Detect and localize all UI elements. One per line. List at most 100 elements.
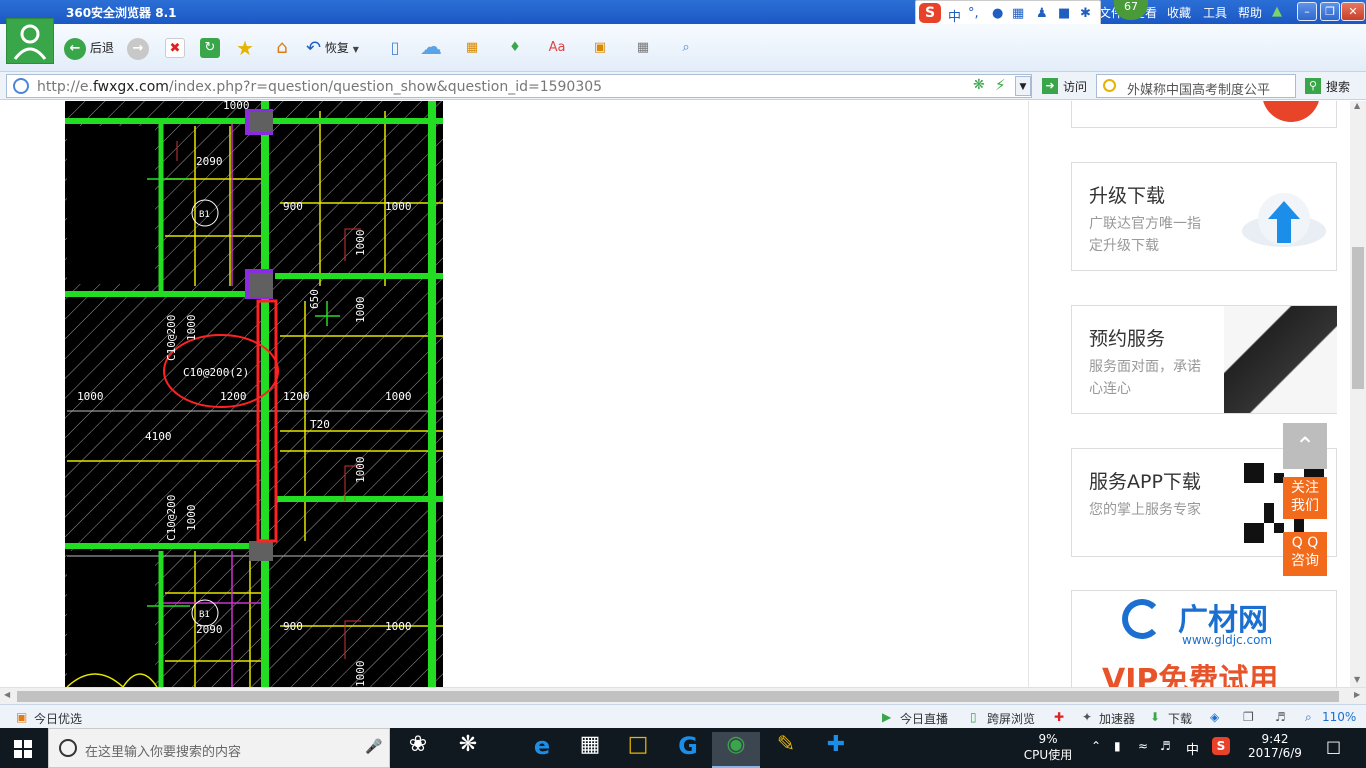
stop-icon[interactable]: ✖ — [165, 38, 185, 58]
file-explorer-icon[interactable]: □ — [614, 732, 662, 768]
keyboard-icon[interactable]: ▦ — [1012, 6, 1024, 21]
horizontal-scrollbar[interactable]: ◀ ▶ — [0, 687, 1366, 704]
clock[interactable]: 9:42 2017/6/9 — [1240, 732, 1310, 760]
minimize-button[interactable]: – — [1297, 2, 1317, 21]
screenshot-icon[interactable]: ▣ — [590, 38, 610, 58]
title-bar: 360安全浏览器 8.1 文件 查看 收藏 工具 帮助 ▲ – ❐ ✕ — [0, 0, 1366, 24]
security-icon[interactable]: ❋ — [973, 77, 985, 93]
store-icon[interactable]: ▦ — [566, 732, 614, 768]
card-partial[interactable] — [1071, 101, 1337, 128]
user-avatar-icon[interactable] — [6, 18, 54, 64]
zoom-level[interactable]: 110% — [1322, 710, 1356, 724]
game-icon[interactable]: ▦ — [633, 38, 653, 58]
card-title: 预约服务 — [1089, 328, 1166, 350]
qq-consult-button[interactable]: Q Q咨询 — [1283, 532, 1327, 576]
edge-icon[interactable]: e — [518, 732, 566, 768]
menu-help[interactable]: 帮助 — [1238, 4, 1262, 21]
windows-start-icon[interactable] — [14, 740, 32, 758]
favorite-star-icon[interactable]: ★ — [235, 38, 255, 58]
task-view-icon[interactable]: ❀ — [394, 732, 442, 768]
punctuation-icon[interactable]: °, — [968, 6, 979, 21]
search-engine-icon[interactable] — [1103, 79, 1116, 92]
home-icon[interactable]: ⌂ — [272, 38, 292, 58]
dim-text: 650 — [308, 289, 321, 309]
card-upgrade-download[interactable]: 升级下载 广联达官方唯一指定升级下载 — [1071, 162, 1337, 271]
glodon-app-icon[interactable]: G — [664, 732, 712, 768]
horizontal-scroll-thumb[interactable] — [17, 691, 1339, 702]
vertical-scroll-thumb[interactable] — [1352, 247, 1364, 389]
notes-icon[interactable]: ✎ — [762, 732, 810, 768]
address-bar[interactable]: http://e.fwxgx.com/index.php?r=question/… — [6, 74, 1032, 98]
sogou-tray-icon[interactable]: S — [1212, 737, 1230, 755]
download-link[interactable]: 下载 — [1168, 710, 1192, 727]
back-to-top-icon[interactable]: ⌃ — [1283, 423, 1327, 469]
follow-us-button[interactable]: 关注我们 — [1283, 477, 1327, 519]
url-text[interactable]: http://e.fwxgx.com/index.php?r=question/… — [37, 79, 602, 95]
medic-icon[interactable]: ✚ — [1054, 710, 1064, 724]
shield-icon[interactable]: ♦ — [505, 38, 525, 58]
phone-icon[interactable]: ▯ — [385, 38, 405, 58]
visit-button[interactable]: 访问 — [1063, 78, 1087, 95]
dim-text: 1000 — [77, 390, 104, 403]
search-icon[interactable]: ⚲ — [1305, 78, 1321, 94]
battery-icon[interactable]: ▮ — [1114, 739, 1121, 753]
search-input[interactable]: 外媒称中国高考制度公平 — [1127, 79, 1293, 98]
cpu-meter[interactable]: 9% CPU使用 — [1022, 732, 1074, 763]
dim-text: 900 — [283, 200, 303, 213]
gift-icon[interactable]: ▣ — [16, 710, 27, 724]
close-button[interactable]: ✕ — [1341, 2, 1365, 21]
zoom-icon[interactable]: ⌕ — [1305, 710, 1312, 725]
scroll-down-icon[interactable]: ▼ — [1354, 675, 1360, 684]
mic-icon[interactable]: 🎤 — [365, 739, 382, 755]
app-spiral-icon[interactable]: ❋ — [444, 732, 492, 768]
cross-screen-link[interactable]: 跨屏浏览 — [987, 710, 1035, 727]
go-arrow-icon[interactable]: ➜ — [1042, 78, 1058, 94]
dim-text: 1000 — [354, 297, 367, 324]
volume-icon[interactable]: ♬ — [1275, 710, 1286, 724]
ad-gldjc[interactable]: 广材网 www.gldjc.com VIP免费试用 — [1071, 590, 1337, 687]
menu-favorites[interactable]: 收藏 — [1167, 4, 1191, 21]
scroll-left-icon[interactable]: ◀ — [4, 690, 10, 699]
apps-icon[interactable]: ▦ — [462, 38, 482, 58]
shirt-icon[interactable]: ■ — [1058, 6, 1070, 21]
back-button[interactable]: ← 后退 — [64, 36, 114, 60]
ime-indicator[interactable]: 中 — [1186, 739, 1199, 758]
user-icon[interactable]: ♟ — [1036, 6, 1048, 21]
forward-button[interactable]: → — [127, 36, 149, 60]
translate-icon[interactable]: Aa — [547, 38, 567, 58]
cloud-icon[interactable]: ☁ — [416, 37, 446, 59]
dim-text: 1200 — [283, 390, 310, 403]
restore-button[interactable]: ↶ 恢复 ▼ — [306, 36, 359, 60]
ime-toolbar[interactable]: S 中 °, ● ▦ ♟ ■ ✱ — [915, 0, 1101, 26]
card-appointment[interactable]: 预约服务 服务面对面，承诺心连心 — [1071, 305, 1337, 414]
accelerator-link[interactable]: 加速器 — [1099, 710, 1135, 727]
mic-icon[interactable]: ● — [992, 6, 1003, 21]
sogou-icon[interactable]: S — [919, 3, 941, 23]
menu-tools[interactable]: 工具 — [1203, 4, 1227, 21]
taskbar-search-input[interactable]: 在这里输入你要搜索的内容 — [85, 741, 241, 760]
notification-center-icon[interactable]: □ — [1326, 737, 1341, 756]
zoom-icon[interactable]: ⌕ — [676, 38, 696, 58]
refresh-icon[interactable]: ↻ — [200, 38, 220, 58]
search-button[interactable]: 搜索 — [1326, 78, 1350, 95]
tray-up-icon[interactable]: ⌃ — [1091, 739, 1101, 753]
taskbar-search-box[interactable]: 在这里输入你要搜索的内容 🎤 — [48, 728, 390, 768]
skin-icon[interactable]: ▲ — [1272, 4, 1282, 19]
scroll-right-icon[interactable]: ▶ — [1354, 690, 1360, 699]
url-dropdown-icon[interactable]: ▼ — [1015, 76, 1031, 96]
search-box[interactable]: 外媒称中国高考制度公平 — [1096, 74, 1296, 98]
remote-icon[interactable]: ✚ — [812, 732, 860, 768]
browser-360-icon[interactable]: ◉ — [712, 732, 760, 768]
ime-lang[interactable]: 中 — [948, 6, 961, 25]
today-live-link[interactable]: 今日直播 — [900, 710, 948, 727]
lightning-icon[interactable]: ⚡ — [995, 76, 1006, 94]
scroll-up-icon[interactable]: ▲ — [1354, 101, 1360, 110]
wifi-icon[interactable]: ≈ — [1138, 739, 1148, 753]
maximize-button[interactable]: ❐ — [1320, 2, 1340, 21]
wrench-icon[interactable]: ✱ — [1080, 6, 1091, 21]
vertical-scrollbar[interactable]: ▲ ▼ — [1350, 101, 1366, 687]
window-icon[interactable]: ❐ — [1243, 710, 1254, 724]
today-picks-link[interactable]: 今日优选 — [34, 710, 82, 727]
ie-icon[interactable]: ◈ — [1210, 710, 1219, 724]
volume-icon[interactable]: ♬ — [1160, 739, 1171, 753]
